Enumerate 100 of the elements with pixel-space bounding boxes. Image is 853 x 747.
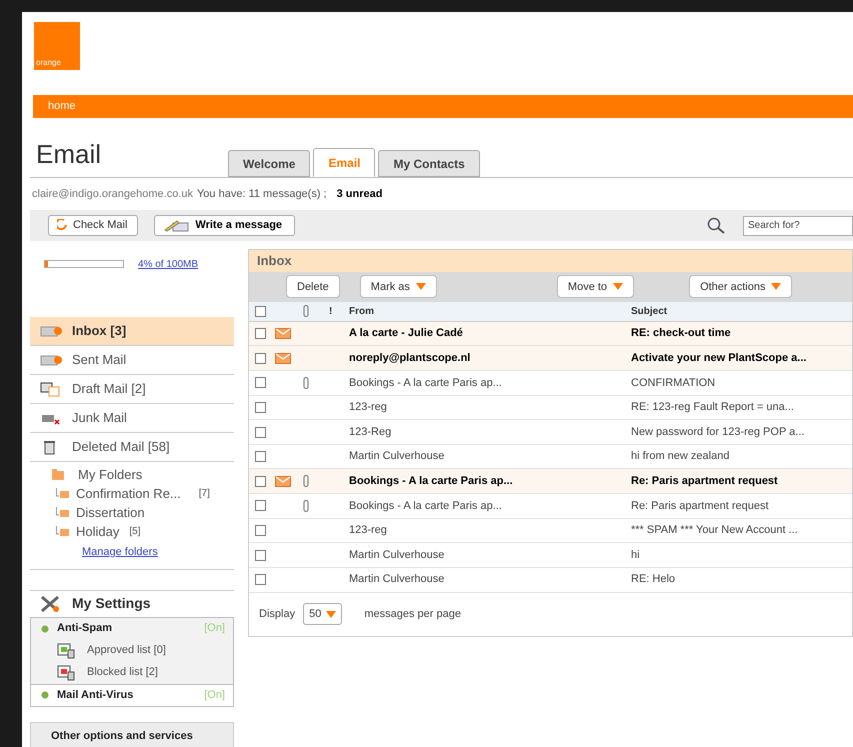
folder-item[interactable]: My Folders — [78, 464, 142, 484]
sender: noreply@plantscope.nl — [349, 350, 472, 366]
status-dot-icon — [41, 624, 49, 632]
caret-icon — [613, 283, 624, 290]
checkbox[interactable] — [255, 451, 266, 462]
service-status: [On] — [204, 688, 225, 703]
blocked-list-icon — [57, 664, 75, 680]
sender: Bookings - A la carte Paris ap... — [349, 376, 503, 391]
approved-list-icon — [57, 642, 75, 658]
subject: Re: Paris apartment request — [631, 498, 770, 514]
search-icon — [707, 216, 727, 234]
folder-item[interactable]: Holiday — [76, 522, 120, 542]
action-button[interactable]: Other actions — [689, 275, 792, 298]
message-row[interactable]: noreply@plantscope.nl Activate your new PlantScope a... — [249, 346, 852, 372]
checkbox[interactable] — [255, 377, 266, 388]
from-header: From — [349, 304, 375, 319]
per-page-dropdown[interactable]: 50 — [303, 603, 342, 626]
settings-link[interactable]: Blocked list [2] — [87, 664, 158, 681]
page-title: Email — [36, 141, 102, 171]
message-row[interactable]: 123-reg RE: 123-reg Fault Report = una... — [249, 396, 852, 420]
refresh-icon — [57, 219, 67, 232]
checkbox[interactable] — [255, 574, 266, 586]
message-row[interactable]: A la carte - Julie Cadé RE: check-out time — [249, 322, 852, 346]
caret-icon — [326, 610, 336, 618]
subject: *** SPAM *** Your New Account ... — [631, 523, 799, 538]
sender: 123-Reg — [349, 424, 392, 440]
folder-item[interactable]: Draft Mail [2] — [30, 375, 234, 404]
subject-header: Subject — [631, 304, 668, 319]
email-address: claire@indigo.orangehome.co.uk — [32, 186, 193, 202]
folder-count: [5] — [129, 525, 140, 539]
sender: Martin Culverhouse — [349, 572, 446, 588]
sender: Martin Culverhouse — [349, 548, 446, 563]
subject: Activate your new PlantScope a... — [631, 350, 808, 366]
settings-title: My Settings — [72, 594, 151, 613]
action-button[interactable]: Delete — [286, 275, 340, 298]
display-label: Display — [259, 607, 296, 622]
paperclip-icon — [303, 305, 309, 318]
paperclip-icon — [303, 500, 309, 512]
sender: Martin Culverhouse — [349, 449, 446, 464]
subject: hi from new zealand — [631, 449, 730, 464]
checkbox[interactable] — [255, 550, 266, 561]
sender: 123-reg — [349, 523, 388, 538]
sender: A la carte - Julie Cadé — [349, 326, 464, 342]
action-button[interactable]: Move to — [556, 275, 634, 298]
pencil-paper-icon — [163, 219, 190, 232]
subfolder-icon — [56, 526, 70, 537]
subject: New password for 123-reg POP a... — [631, 424, 806, 440]
folder-item[interactable]: Junk Mail — [30, 404, 234, 433]
tab[interactable]: Welcome — [228, 150, 310, 177]
tab[interactable]: My Contacts — [378, 150, 480, 177]
priority-header: ! — [329, 304, 334, 319]
caret-icon — [771, 283, 782, 290]
subject: hi — [631, 548, 641, 563]
message-row[interactable]: 123-reg *** SPAM *** Your New Account ... — [249, 518, 852, 544]
sender: 123-reg — [349, 400, 388, 416]
per-page-label: messages per page — [364, 607, 461, 622]
service-status: [On] — [204, 621, 225, 636]
service-name: Anti-Spam — [57, 621, 113, 636]
message-row[interactable]: Bookings - A la carte Paris ap... Re: Paris apartment request — [249, 469, 852, 494]
settings-link[interactable]: Approved list [0] — [87, 642, 166, 659]
paperclip-icon — [303, 475, 309, 488]
checkbox[interactable] — [255, 328, 266, 340]
sender: Bookings - A la carte Paris ap... — [349, 474, 514, 489]
folder-icon — [52, 469, 64, 480]
folder-count: [7] — [198, 487, 210, 501]
service-name: Mail Anti-Virus — [57, 688, 134, 703]
unread-count: 3 unread — [336, 186, 382, 202]
search-field[interactable]: Search for? — [743, 216, 853, 236]
folder-item[interactable]: Deleted Mail [58] — [30, 433, 234, 462]
paperclip-icon — [303, 376, 309, 389]
checkbox[interactable] — [255, 426, 266, 438]
checkbox[interactable] — [255, 352, 266, 364]
sender: Bookings - A la carte Paris ap... — [349, 498, 503, 514]
checkbox[interactable] — [255, 476, 266, 487]
subject: RE: Helo — [631, 572, 676, 588]
subject: RE: 123-reg Fault Report = una... — [631, 400, 795, 416]
subject: RE: check-out time — [631, 326, 732, 342]
subfolder-icon — [56, 488, 70, 499]
folder-item[interactable]: Sent Mail — [30, 346, 234, 375]
folder-item[interactable]: Inbox [3] — [30, 317, 234, 346]
folder-item[interactable]: Dissertation — [76, 502, 145, 522]
checkbox[interactable] — [255, 500, 266, 512]
subject: CONFIRMATION — [631, 376, 716, 391]
quota-link[interactable]: 4% of 100MB — [138, 256, 198, 272]
folder-item[interactable]: Confirmation Re... — [76, 484, 181, 504]
other-options-button[interactable]: Other options and services — [30, 722, 234, 747]
draft-icon — [40, 382, 62, 396]
checkbox[interactable] — [255, 306, 266, 317]
checkbox[interactable] — [255, 402, 266, 413]
subject: Re: Paris apartment request — [631, 474, 779, 489]
caret-icon — [416, 283, 426, 290]
check-mail-button[interactable]: Check Mail — [48, 215, 138, 236]
message-count: You have: 11 message(s) ; — [196, 186, 327, 202]
write-message-button[interactable]: Write a message — [154, 215, 296, 236]
inbox-title: Inbox — [249, 250, 852, 272]
manage-folders-link[interactable]: Manage folders — [82, 544, 158, 560]
checkbox[interactable] — [255, 524, 266, 536]
status-dot-icon — [41, 691, 49, 699]
subfolder-icon — [56, 507, 70, 518]
action-button[interactable]: Mark as — [360, 275, 437, 298]
